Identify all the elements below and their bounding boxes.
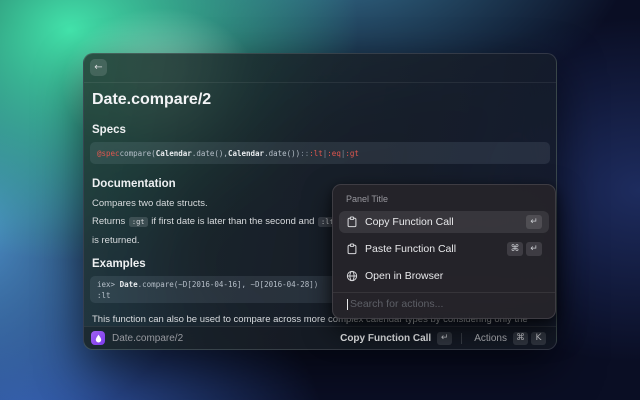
screen: ← Date.compare/2 Specs @spec compare(Cal… xyxy=(0,0,640,400)
actions-label: Actions xyxy=(474,333,507,344)
text-caret xyxy=(347,299,348,310)
context-label: Date.compare/2 xyxy=(112,333,183,344)
key-badge: ⌘ xyxy=(513,332,528,345)
action-item-label: Copy Function Call xyxy=(365,216,454,228)
action-item-copy-function-call[interactable]: Copy Function Call ↵ xyxy=(339,211,549,233)
action-item-label: Open in Browser xyxy=(365,270,443,282)
clipboard-icon xyxy=(346,216,358,228)
primary-action-label: Copy Function Call xyxy=(340,333,431,344)
clipboard-icon xyxy=(346,243,358,255)
specs-heading: Specs xyxy=(92,123,126,137)
action-item-paste-function-call[interactable]: Paste Function Call ⌘↵ xyxy=(339,238,549,260)
action-panel: Panel Title Copy Function Call↵Paste Fun… xyxy=(332,184,556,319)
examples-heading: Examples xyxy=(92,257,146,271)
elixir-extension-icon xyxy=(91,331,105,345)
action-item-label: Paste Function Call xyxy=(365,243,456,255)
search-placeholder: Search for actions... xyxy=(350,298,443,310)
enter-key-badge: ↵ xyxy=(437,332,452,345)
back-button[interactable]: ← xyxy=(90,59,107,76)
spec-code-block: @spec compare(Calendar.date(), Calendar.… xyxy=(90,142,550,164)
actions-button[interactable]: Actions ⌘K xyxy=(471,330,549,347)
key-badge: K xyxy=(531,332,546,345)
back-arrow-icon: ← xyxy=(94,62,102,73)
inline-code: :gt xyxy=(129,217,148,227)
drop-icon xyxy=(94,333,103,344)
page-title: Date.compare/2 xyxy=(92,90,211,110)
bottom-bar: Date.compare/2 Copy Function Call ↵ Acti… xyxy=(84,326,556,349)
key-badge: ⌘ xyxy=(507,242,523,256)
key-badge: ↵ xyxy=(526,215,542,229)
primary-action-button[interactable]: Copy Function Call ↵ xyxy=(340,332,452,345)
bottom-bar-context: Date.compare/2 xyxy=(91,331,183,345)
actions-search-input[interactable]: Search for actions... xyxy=(339,293,549,315)
action-panel-title: Panel Title xyxy=(346,194,542,204)
globe-icon xyxy=(346,270,358,282)
key-badge: ↵ xyxy=(526,242,542,256)
window-header: ← xyxy=(84,54,556,83)
bottom-bar-divider xyxy=(461,333,462,344)
action-item-open-in-browser[interactable]: Open in Browser xyxy=(339,265,549,287)
documentation-heading: Documentation xyxy=(92,177,176,191)
